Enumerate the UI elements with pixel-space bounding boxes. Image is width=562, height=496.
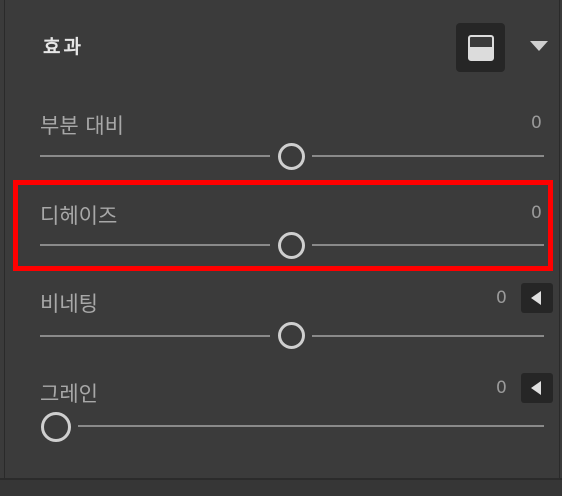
slider-label-clarity: 부분 대비: [40, 114, 124, 138]
slider-track-grain[interactable]: [40, 425, 544, 427]
grain-expand-button[interactable]: [521, 373, 553, 403]
panel-title: 효과: [43, 36, 84, 58]
slider-value-vignette[interactable]: 0: [496, 288, 507, 308]
slider-label-vignette: 비네팅: [40, 292, 98, 316]
triangle-left-icon: [531, 291, 541, 305]
slider-thumb-vignette[interactable]: [278, 322, 305, 349]
slider-thumb-clarity[interactable]: [278, 143, 305, 170]
panel-layout-button[interactable]: [456, 23, 505, 72]
highlight-box: [13, 180, 553, 271]
slider-label-grain: 그레인: [40, 382, 98, 406]
triangle-down-icon[interactable]: [530, 41, 548, 51]
panel-layout-icon: [468, 35, 494, 61]
slider-thumb-grain[interactable]: [41, 412, 71, 442]
vignette-expand-button[interactable]: [521, 283, 553, 313]
slider-value-grain[interactable]: 0: [496, 378, 507, 398]
slider-value-clarity[interactable]: 0: [531, 113, 542, 133]
triangle-left-icon: [531, 381, 541, 395]
next-panel-edge: [0, 478, 562, 496]
